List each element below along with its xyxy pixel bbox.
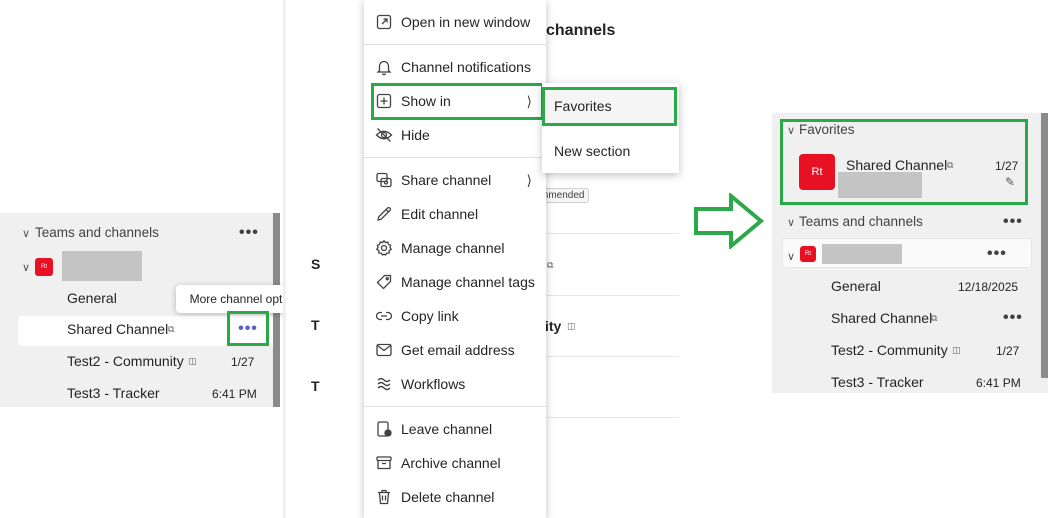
channel-general[interactable]: General [67, 290, 117, 306]
background-row-letter: S [311, 256, 321, 272]
menu-item-archive-channel[interactable]: Archive channel [364, 447, 546, 479]
chevron-down-icon[interactable]: ∨ [787, 216, 795, 229]
channel-test2[interactable]: Test2 - Community [67, 353, 184, 369]
background-row-fragment: ity [545, 318, 562, 334]
leave-icon [374, 419, 394, 439]
channel-test2[interactable]: Test2 - Community [831, 342, 948, 358]
section-header-teams: Teams and channels [799, 214, 923, 229]
gear-icon [374, 238, 394, 258]
archive-icon [374, 453, 394, 473]
background-title: channels [546, 22, 616, 39]
menu-label: Archive channel [401, 455, 501, 471]
chevron-down-icon[interactable]: ∨ [22, 227, 30, 240]
trash-icon [374, 487, 394, 507]
chevron-right-icon: ⟩ [526, 171, 532, 188]
background-row-letter: T [311, 317, 320, 333]
highlight-box-show-in [371, 83, 544, 120]
menu-item-manage-channel[interactable]: Manage channel [364, 232, 546, 264]
team-name-redacted [822, 244, 902, 264]
channel-shared[interactable]: Shared Channel [831, 310, 932, 326]
channel-test2-date: 1/27 [231, 355, 255, 369]
background-row-letter: T [311, 378, 320, 394]
shared-icon: ⧉ [168, 324, 175, 334]
menu-label: Manage channel tags [401, 274, 535, 290]
menu-item-channel-notifications[interactable]: Channel notifications [364, 51, 546, 83]
menu-item-manage-channel-tags[interactable]: Manage channel tags [364, 266, 546, 298]
channel-test3-time: 6:41 PM [976, 376, 1021, 390]
arrow-right-icon [694, 193, 765, 249]
menu-label: Open in new window [401, 14, 531, 30]
team-avatar: Rt [800, 246, 816, 262]
pencil-icon [374, 204, 394, 224]
lock-icon: ◫ [567, 321, 576, 331]
link-icon [374, 306, 394, 326]
menu-item-leave-channel[interactable]: Leave channel [364, 413, 546, 445]
menu-item-workflows[interactable]: Workflows [364, 368, 546, 400]
channel-general[interactable]: General [831, 278, 881, 294]
menu-item-hide[interactable]: Hide [364, 119, 546, 151]
team-name-redacted [62, 251, 142, 281]
menu-label: Workflows [401, 376, 466, 392]
menu-label: Share channel [401, 172, 492, 188]
menu-item-edit-channel[interactable]: Edit channel [364, 198, 546, 230]
team-avatar: Rt [35, 258, 53, 276]
channel-test3[interactable]: Test3 - Tracker [67, 385, 160, 401]
bell-icon [374, 57, 394, 77]
menu-label: Manage channel [401, 240, 505, 256]
section-more-options-button[interactable]: ••• [1003, 213, 1023, 231]
menu-item-copy-link[interactable]: Copy link [364, 300, 546, 332]
menu-item-open-new-window[interactable]: Open in new window [364, 6, 546, 38]
submenu-item-new-section[interactable]: New section [542, 134, 679, 168]
menu-label: Get email address [401, 342, 515, 358]
highlight-box-more-options [227, 311, 269, 346]
section-header-teams: Teams and channels [35, 225, 159, 240]
channel-test3-time: 6:41 PM [212, 387, 257, 401]
menu-label: Leave channel [401, 421, 493, 437]
menu-item-delete-channel[interactable]: Delete channel [364, 481, 546, 513]
menu-label: Channel notifications [401, 59, 531, 75]
lock-icon: ◫ [188, 356, 197, 366]
workflows-icon [374, 374, 394, 394]
menu-label: Copy link [401, 308, 459, 324]
scrollbar[interactable] [1041, 113, 1048, 378]
lock-icon: ◫ [952, 345, 961, 355]
eye-off-icon [374, 125, 394, 145]
channel-test2-date: 1/27 [996, 344, 1020, 358]
team-more-options-button[interactable]: ••• [987, 245, 1007, 263]
open-window-icon [374, 12, 394, 32]
channel-general-date: 12/18/2025 [958, 280, 1019, 294]
menu-item-share-channel[interactable]: Share channel ⟩ [364, 164, 546, 196]
menu-item-get-email-address[interactable]: Get email address [364, 334, 546, 366]
menu-label: Edit channel [401, 206, 479, 222]
menu-label: Delete channel [401, 489, 495, 505]
highlight-box-favorites [542, 87, 677, 126]
chevron-down-icon[interactable]: ∨ [22, 261, 30, 274]
mail-icon [374, 340, 394, 360]
channel-more-options-button[interactable]: ••• [1003, 309, 1023, 327]
channel-test3[interactable]: Test3 - Tracker [831, 374, 924, 390]
share-channel-icon [374, 170, 394, 190]
menu-label: Hide [401, 127, 430, 143]
shared-icon: ⧉ [931, 313, 938, 323]
section-more-options-button[interactable]: ••• [239, 224, 259, 242]
channel-context-menu: Open in new window Channel notifications… [364, 0, 546, 518]
channel-shared[interactable]: Shared Channel [67, 321, 168, 337]
chevron-down-icon[interactable]: ∨ [787, 250, 795, 263]
highlight-box-favorites-section [780, 119, 1028, 205]
tag-icon [374, 272, 394, 292]
shared-icon: ⧉ [547, 260, 554, 270]
